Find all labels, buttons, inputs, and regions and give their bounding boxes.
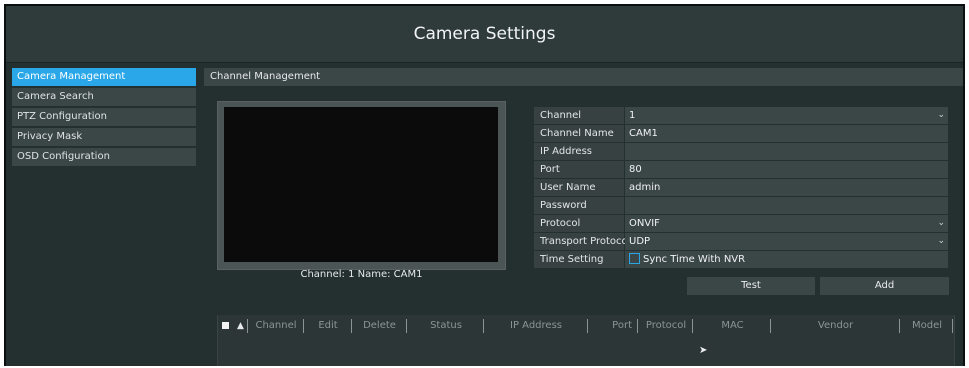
- channel-name-label: Channel Name: [534, 125, 624, 142]
- column-separator: [637, 319, 638, 333]
- transport-protocol-label: Transport Protocol: [534, 233, 630, 250]
- password-label: Password: [534, 197, 624, 214]
- sidebar-item-privacy-mask[interactable]: Privacy Mask: [12, 128, 196, 146]
- sync-time-label: Sync Time With NVR: [643, 254, 746, 265]
- sidebar: Camera Management Camera Search PTZ Conf…: [12, 68, 196, 168]
- column-header-vendor[interactable]: Vendor: [773, 317, 898, 335]
- protocol-value: ONVIF: [629, 218, 660, 229]
- window-title: Camera Settings: [6, 6, 963, 63]
- sync-time-checkbox[interactable]: [629, 252, 640, 264]
- port-label: Port: [534, 161, 624, 178]
- add-button[interactable]: Add: [820, 277, 949, 295]
- sidebar-item-camera-search[interactable]: Camera Search: [12, 88, 196, 106]
- column-separator: [770, 319, 771, 333]
- column-header-ip-address[interactable]: IP Address: [486, 317, 586, 335]
- sidebar-item-osd-configuration[interactable]: OSD Configuration: [12, 148, 196, 166]
- sidebar-item-ptz-configuration[interactable]: PTZ Configuration: [12, 108, 196, 126]
- preview-caption: Channel: 1 Name: CAM1: [300, 269, 423, 280]
- form-row-time-setting: Time Setting Sync Time With NVR: [534, 251, 948, 268]
- video-preview: [224, 107, 498, 262]
- video-preview-frame: [217, 101, 506, 270]
- column-header-port[interactable]: Port: [590, 317, 635, 335]
- password-input[interactable]: [625, 197, 948, 214]
- channel-form: Channel 1 ⌄ Channel Name CAM1 IP Address…: [534, 107, 948, 269]
- dropdown-arrow-icon: ⌄: [937, 110, 945, 120]
- column-separator: [483, 319, 484, 333]
- column-separator: [247, 319, 248, 333]
- form-row-channel-name: Channel Name CAM1: [534, 125, 948, 142]
- sync-time-option[interactable]: Sync Time With NVR: [625, 251, 948, 268]
- column-header-protocol[interactable]: Protocol: [640, 317, 692, 335]
- channel-label: Channel: [534, 107, 624, 124]
- mouse-cursor-icon: ➤: [699, 345, 708, 356]
- camera-settings-window: Camera Settings Camera Management Camera…: [4, 4, 965, 366]
- column-separator: [406, 319, 407, 333]
- transport-protocol-select[interactable]: UDP ⌄: [625, 233, 948, 250]
- column-separator: [351, 319, 352, 333]
- column-separator: [899, 319, 900, 333]
- column-separator: [952, 319, 953, 333]
- channel-value: 1: [629, 110, 636, 121]
- column-separator: [587, 319, 588, 333]
- column-header-model[interactable]: Model: [902, 317, 952, 335]
- test-button[interactable]: Test: [687, 277, 815, 295]
- ip-address-label: IP Address: [534, 143, 624, 160]
- column-header-status[interactable]: Status: [409, 317, 483, 335]
- column-separator: [303, 319, 304, 333]
- column-header-delete[interactable]: Delete: [354, 317, 405, 335]
- form-row-password: Password: [534, 197, 948, 214]
- form-row-user-name: User Name admin: [534, 179, 948, 196]
- column-header-channel[interactable]: Channel: [250, 317, 302, 335]
- form-row-port: Port 80: [534, 161, 948, 178]
- dropdown-arrow-icon: ⌄: [937, 236, 945, 246]
- column-header-mac[interactable]: MAC: [695, 317, 770, 335]
- form-row-ip-address: IP Address: [534, 143, 948, 160]
- panel-title: Channel Management: [204, 68, 963, 86]
- protocol-select[interactable]: ONVIF ⌄: [625, 215, 948, 232]
- channel-select[interactable]: 1 ⌄: [625, 107, 948, 124]
- select-all-checkbox[interactable]: [222, 322, 229, 329]
- form-row-channel: Channel 1 ⌄: [534, 107, 948, 124]
- transport-protocol-value: UDP: [629, 236, 651, 247]
- dropdown-arrow-icon: ⌄: [937, 218, 945, 228]
- camera-table-header: ▲ Channel Edit Delete Status IP Address …: [217, 317, 955, 335]
- ip-address-input[interactable]: [625, 143, 948, 160]
- channel-name-input[interactable]: CAM1: [625, 125, 948, 142]
- sort-up-icon[interactable]: ▲: [237, 317, 244, 335]
- form-row-protocol: Protocol ONVIF ⌄: [534, 215, 948, 232]
- port-input[interactable]: 80: [625, 161, 948, 178]
- column-separator: [692, 319, 693, 333]
- sidebar-item-camera-management[interactable]: Camera Management: [12, 68, 196, 86]
- time-setting-label: Time Setting: [534, 251, 624, 268]
- user-name-label: User Name: [534, 179, 624, 196]
- protocol-label: Protocol: [534, 215, 624, 232]
- form-row-transport-protocol: Transport Protocol UDP ⌄: [534, 233, 948, 250]
- column-header-edit[interactable]: Edit: [306, 317, 350, 335]
- user-name-input[interactable]: admin: [625, 179, 948, 196]
